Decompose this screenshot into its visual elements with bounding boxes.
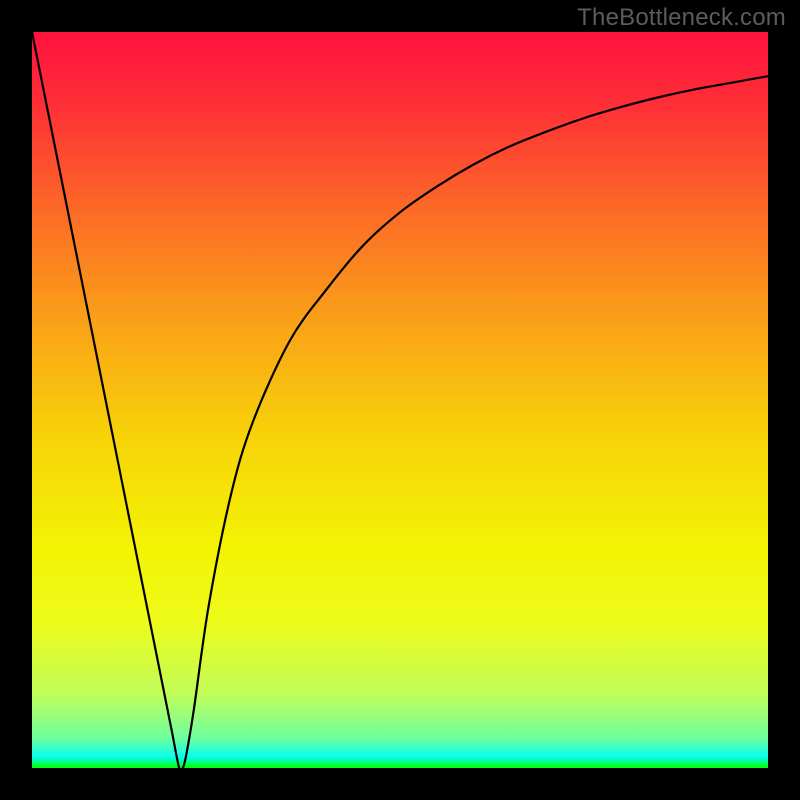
chart-frame: TheBottleneck.com <box>0 0 800 800</box>
gradient-background <box>32 32 768 768</box>
optimal-range-marker <box>166 768 197 780</box>
bottleneck-chart <box>0 0 800 800</box>
